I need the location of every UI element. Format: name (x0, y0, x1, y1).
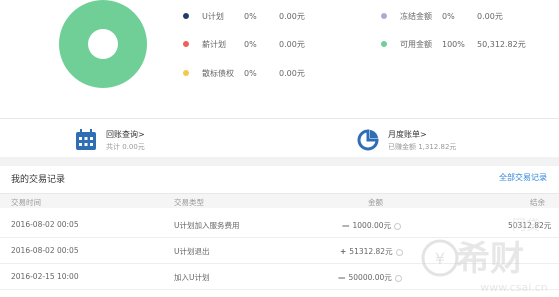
legend-item-available: 可用金额 100% 50,312.82元 (381, 37, 526, 51)
row-amount: —1000.00元 (342, 220, 402, 231)
legend-dot (381, 13, 387, 19)
amount-sign: — (338, 273, 346, 282)
column-header-type: 交易类型 (174, 198, 204, 207)
legend-dot (183, 41, 189, 47)
all-transactions-link[interactable]: 全部交易记录 (499, 172, 547, 183)
legend-item-u-plan: U计划 0% 0.00元 (183, 9, 305, 23)
row-time: 2016-08-02 00:05 (11, 246, 79, 255)
legend-label: 可用金额 (400, 39, 432, 49)
calendar-icon (76, 129, 96, 150)
info-icon[interactable] (395, 248, 403, 256)
monthly-bill-earned: 已赚金额 1,312.82元 (388, 142, 457, 151)
legend-amount: 0.00元 (279, 39, 305, 49)
legend-dot (183, 70, 189, 76)
legend-percent: 0% (244, 39, 257, 49)
row-type: U计划加入服务费用 (174, 221, 240, 230)
divider (0, 118, 559, 119)
monthly-bill-link[interactable]: 月度账单> 已赚金额 1,312.82元 (356, 128, 456, 152)
table-row: 2016-08-02 00:05 U计划退出 +51312.82元 (0, 238, 559, 264)
legend-item-loan-claims: 散标债权 0% 0.00元 (183, 66, 305, 80)
transactions-title: 我的交易记录 (11, 175, 66, 185)
monthly-bill-title: 月度账单> (388, 129, 427, 139)
legend-item-frozen: 冻结金额 0% 0.00元 (381, 9, 503, 23)
row-time: 2016-08-02 00:05 (11, 220, 79, 229)
row-type: U计划退出 (174, 247, 210, 256)
info-icon[interactable] (394, 222, 402, 230)
amount-value: 1000.00元 (352, 221, 392, 230)
table-row: 2016-08-02 00:05 U计划加入服务费用 —1000.00元 503… (0, 212, 559, 238)
legend-dot (183, 13, 189, 19)
column-header-time: 交易时间 (11, 198, 41, 207)
refund-query-title: 回账查询> (106, 129, 145, 139)
legend-label: 冻结金额 (400, 11, 432, 21)
table-row: 2016-02-15 10:00 加入U计划 —50000.00元 (0, 264, 559, 290)
asset-pie-chart (59, 0, 147, 88)
legend-dot (381, 41, 387, 47)
column-header-balance: 结余 (530, 198, 545, 207)
legend-label: 散标债权 (202, 68, 234, 78)
row-amount: —50000.00元 (338, 272, 402, 283)
section-separator (0, 157, 559, 166)
row-amount: +51312.82元 (340, 246, 403, 257)
row-time: 2016-02-15 10:00 (11, 272, 79, 281)
legend-amount: 0.00元 (279, 11, 305, 21)
legend-item-salary-plan: 薪计划 0% 0.00元 (183, 37, 305, 51)
amount-value: 50000.00元 (348, 273, 392, 282)
refund-query-link[interactable]: 回账查询> 共计 0.00元 (74, 128, 145, 152)
bill-icon (357, 129, 379, 151)
legend-percent: 0% (244, 11, 257, 21)
info-icon[interactable] (394, 274, 402, 282)
legend-label: U计划 (202, 11, 224, 21)
amount-sign: + (340, 247, 347, 256)
legend-percent: 0% (442, 11, 455, 21)
legend-label: 薪计划 (202, 39, 226, 49)
column-header-amount: 金额 (368, 198, 383, 207)
row-type: 加入U计划 (174, 273, 210, 282)
legend-amount: 50,312.82元 (477, 39, 526, 49)
legend-amount: 0.00元 (477, 11, 503, 21)
legend-percent: 100% (442, 39, 465, 49)
refund-query-total: 共计 0.00元 (106, 142, 145, 151)
transactions-table-header: 交易时间 交易类型 金额 结余 (0, 193, 559, 208)
row-balance: 50312.82元 (508, 221, 552, 230)
legend-amount: 0.00元 (279, 68, 305, 78)
amount-sign: — (342, 221, 350, 230)
amount-value: 51312.82元 (349, 247, 393, 256)
legend-percent: 0% (244, 68, 257, 78)
